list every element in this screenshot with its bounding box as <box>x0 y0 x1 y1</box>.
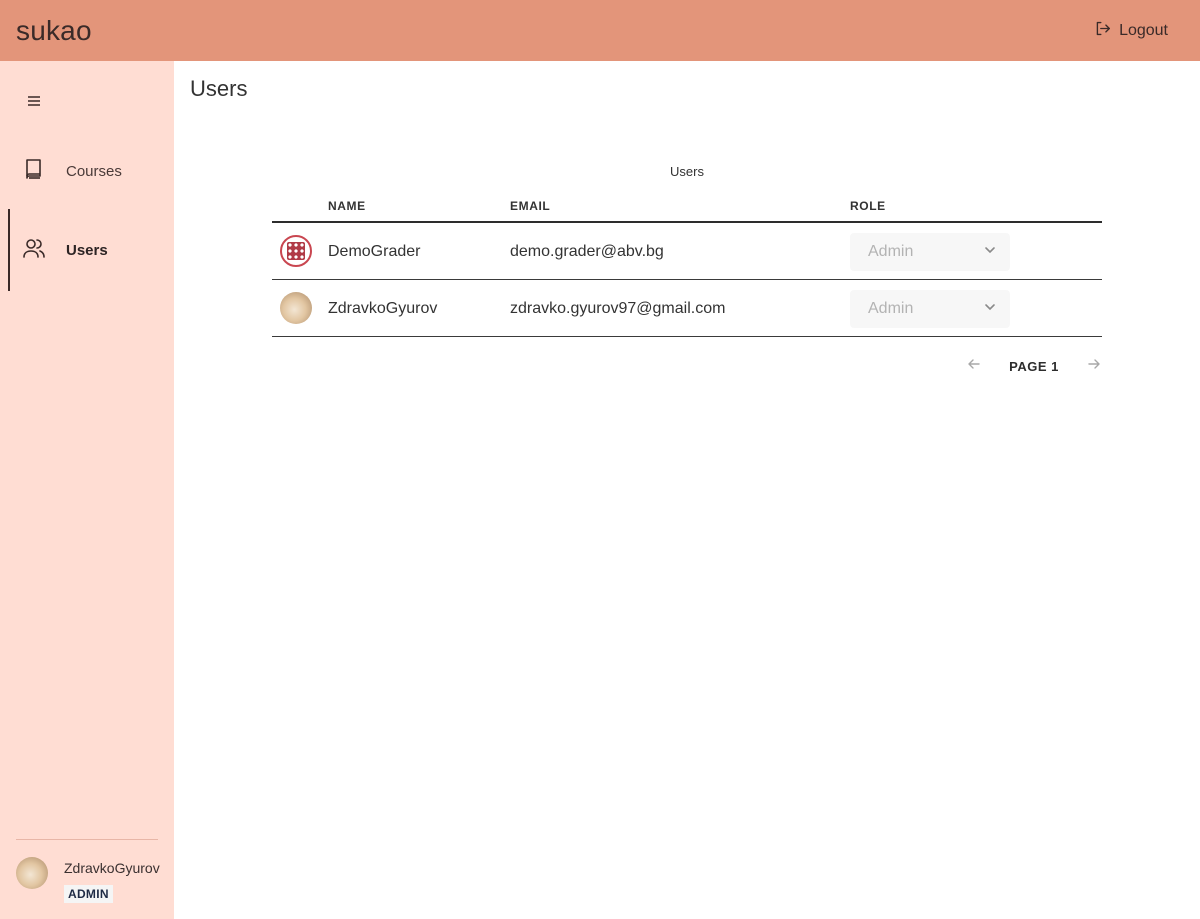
role-badge: ADMIN <box>64 885 113 903</box>
column-header-role: ROLE <box>850 199 886 213</box>
sidebar: Courses Users ZdravkoGyurov ADMIN <box>0 61 174 919</box>
sidebar-item-users[interactable]: Users <box>0 209 174 291</box>
avatar <box>16 857 48 889</box>
sidebar-item-label: Courses <box>66 162 122 180</box>
role-select-value: Admin <box>868 300 914 317</box>
sidebar-item-label: Users <box>66 241 108 259</box>
avatar <box>280 292 312 324</box>
sidebar-item-courses[interactable]: Courses <box>0 144 174 198</box>
page-indicator: PAGE 1 <box>1009 358 1059 374</box>
top-bar: sukao Logout <box>0 0 1200 61</box>
pagination: PAGE 1 <box>966 356 1102 376</box>
brand-logo[interactable]: sukao <box>16 15 92 47</box>
users-icon <box>22 236 46 264</box>
next-page-button[interactable] <box>1086 356 1102 377</box>
divider <box>16 839 158 840</box>
logout-button[interactable]: Logout <box>1094 20 1168 42</box>
menu-toggle-button[interactable] <box>26 94 42 108</box>
current-user-name: ZdravkoGyurov <box>64 860 160 876</box>
column-header-name: NAME <box>328 199 366 213</box>
current-user: ZdravkoGyurov ADMIN <box>16 856 166 906</box>
role-select-value: Admin <box>868 243 914 260</box>
user-name: DemoGrader <box>328 242 421 260</box>
chevron-down-icon <box>982 299 998 320</box>
logout-icon <box>1094 20 1111 42</box>
user-email: zdravko.gyurov97@gmail.com <box>510 299 726 317</box>
book-icon <box>22 157 46 185</box>
role-select[interactable]: Admin <box>850 233 1010 271</box>
table-row: ZdravkoGyurov zdravko.gyurov97@gmail.com… <box>272 280 1102 337</box>
users-table: Users NAME EMAIL ROLE DemoGrader demo.gr… <box>272 160 1102 337</box>
arrow-left-icon <box>968 358 980 369</box>
hamburger-icon <box>26 95 42 112</box>
avatar <box>280 235 312 267</box>
user-email: demo.grader@abv.bg <box>510 242 664 260</box>
table-row: DemoGrader demo.grader@abv.bg Admin <box>272 223 1102 280</box>
table-caption: Users <box>670 164 704 179</box>
page-title: Users <box>190 76 248 101</box>
role-select[interactable]: Admin <box>850 290 1010 328</box>
user-name: ZdravkoGyurov <box>328 299 438 317</box>
column-header-email: EMAIL <box>510 199 551 213</box>
chevron-down-icon <box>982 242 998 263</box>
table-header: NAME EMAIL ROLE <box>272 186 1102 223</box>
previous-page-button[interactable] <box>966 356 982 377</box>
logout-label: Logout <box>1119 21 1168 39</box>
arrow-right-icon <box>1088 358 1100 369</box>
